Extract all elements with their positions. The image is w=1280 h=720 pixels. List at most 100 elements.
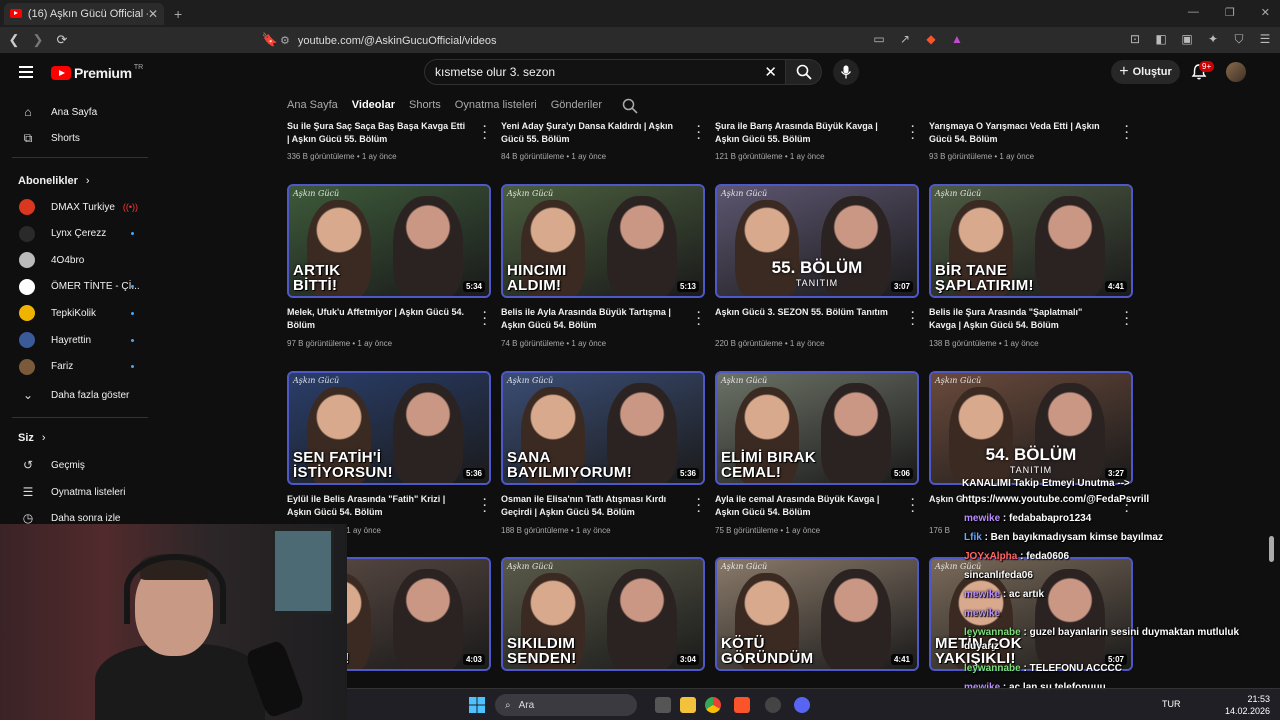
sidebar-subscription-item[interactable]: DMAX Turkiye ((•)) bbox=[0, 195, 156, 219]
sidebar-subscription-item[interactable]: TepkiKolik bbox=[0, 301, 156, 325]
minimize-icon[interactable]: — bbox=[1188, 6, 1199, 19]
shorts-icon: ⧉ bbox=[23, 130, 33, 145]
sidebar-subscription-item[interactable]: ÖMER TİNTE - Çİ... bbox=[0, 275, 156, 299]
share-icon[interactable]: ↗ bbox=[898, 32, 912, 47]
more-options-icon[interactable]: · · · bbox=[481, 495, 489, 518]
video-title[interactable]: Osman ile Elisa'nın Tatlı Atışması Kırdı… bbox=[501, 493, 683, 519]
video-thumbnail[interactable]: Aşkın Gücü 55. BÖLÜM TANITIM 3:07 bbox=[715, 184, 919, 298]
hamburger-menu-icon[interactable] bbox=[19, 66, 33, 81]
close-window-icon[interactable]: ✕ bbox=[1261, 6, 1270, 19]
sidebar-item-history[interactable]: ↺ Geçmiş bbox=[0, 453, 156, 477]
more-options-icon[interactable]: · · · bbox=[909, 122, 917, 145]
you-header[interactable]: Siz › bbox=[18, 432, 46, 444]
tab-videos[interactable]: Videolar bbox=[352, 99, 395, 111]
person-figure bbox=[607, 196, 677, 296]
video-title[interactable]: Yeni Aday Şura'yı Dansa Kaldırdı | Aşkın… bbox=[501, 120, 683, 146]
bookmark-icon[interactable]: 🔖 bbox=[260, 32, 280, 48]
video-thumbnail[interactable]: Aşkın Gücü SANA BAYILMIYORUM! 5:36 bbox=[501, 371, 705, 485]
more-options-icon[interactable]: · · · bbox=[1123, 308, 1131, 331]
channel-avatar bbox=[19, 252, 35, 269]
video-title[interactable]: Eylül ile Belis Arasında "Fatih" Krizi |… bbox=[287, 493, 469, 519]
rewards-icon[interactable]: ▲ bbox=[950, 32, 964, 47]
voice-search-button[interactable] bbox=[833, 59, 859, 85]
wallet-icon[interactable]: ▣ bbox=[1180, 32, 1194, 47]
more-options-icon[interactable]: · · · bbox=[909, 308, 917, 331]
sidebar-item-label: 4O4bro bbox=[51, 254, 85, 266]
more-options-icon[interactable]: · · · bbox=[481, 308, 489, 331]
cast-icon[interactable]: ▭ bbox=[872, 32, 886, 47]
leo-ai-icon[interactable]: ✦ bbox=[1206, 32, 1220, 47]
tab-home[interactable]: Ana Sayfa bbox=[287, 99, 338, 111]
forward-icon[interactable]: ❯ bbox=[28, 32, 48, 48]
page-scrollbar[interactable] bbox=[1269, 536, 1274, 562]
reload-icon[interactable]: ⟳ bbox=[52, 32, 72, 48]
menu-icon[interactable]: ☰ bbox=[1258, 32, 1272, 47]
chrome-icon[interactable] bbox=[705, 697, 721, 713]
search-button[interactable] bbox=[786, 59, 822, 85]
create-button[interactable]: + Oluştur bbox=[1111, 60, 1180, 84]
youtube-premium-logo[interactable]: Premium TR bbox=[51, 64, 143, 81]
more-options-icon[interactable]: · · · bbox=[695, 308, 703, 331]
obs-icon[interactable] bbox=[765, 697, 781, 713]
taskbar-search[interactable]: ⌕ Ara bbox=[495, 694, 637, 716]
sidebar-subscription-item[interactable]: 4O4bro bbox=[0, 248, 156, 272]
sidebar-subscription-item[interactable]: Fariz bbox=[0, 355, 156, 379]
video-title[interactable]: Şura ile Barış Arasında Büyük Kavga | Aş… bbox=[715, 120, 897, 146]
video-title[interactable]: Su ile Şura Saç Saça Baş Başa Kavga Etti… bbox=[287, 120, 469, 146]
more-options-icon[interactable]: · · · bbox=[695, 122, 703, 145]
video-title[interactable]: Melek, Ufuk'u Affetmiyor | Aşkın Gücü 54… bbox=[287, 306, 469, 332]
channel-search-icon[interactable] bbox=[622, 98, 638, 114]
brave-shield-icon[interactable]: ◆ bbox=[924, 32, 938, 47]
clear-search-icon[interactable]: ✕ bbox=[764, 63, 777, 81]
video-thumbnail[interactable]: Aşkın Gücü BİR TANE ŞAPLATIRIM! 4:41 bbox=[929, 184, 1133, 298]
video-title[interactable]: Belis ile Şura Arasında "Şaplatmalı" Kav… bbox=[929, 306, 1111, 332]
close-tab-icon[interactable]: ✕ bbox=[148, 7, 158, 21]
video-thumbnail[interactable]: Aşkın Gücü 54. BÖLÜM TANITIM 3:27 bbox=[929, 371, 1133, 485]
site-info-icon[interactable]: ⚙ bbox=[280, 34, 290, 47]
more-options-icon[interactable]: · · · bbox=[1123, 122, 1131, 145]
video-title[interactable]: Ayla ile cemal Arasında Büyük Kavga | Aş… bbox=[715, 493, 897, 519]
brave-browser-icon[interactable] bbox=[734, 697, 750, 713]
more-options-icon[interactable]: · · · bbox=[909, 495, 917, 518]
more-options-icon[interactable]: · · · bbox=[481, 122, 489, 145]
sidebar-subscription-item[interactable]: Hayrettin bbox=[0, 328, 156, 352]
search-input[interactable]: kısmetse olur 3. sezon ✕ bbox=[424, 59, 786, 85]
vpn-icon[interactable]: ⛉ bbox=[1232, 32, 1246, 47]
sidebar-subscription-item[interactable]: Lynx Çerezz bbox=[0, 222, 156, 246]
channel-avatar bbox=[19, 358, 35, 375]
system-clock[interactable]: 21:53 14.02.2026 bbox=[1225, 693, 1270, 717]
sidebar-item-home[interactable]: ⌂ Ana Sayfa bbox=[0, 100, 156, 124]
video-thumbnail[interactable]: Aşkın Gücü KÖTÜ GÖRÜNDÜM 4:41 bbox=[715, 557, 919, 671]
video-thumbnail[interactable]: Aşkın Gücü SIKILDIM SENDEN! 3:04 bbox=[501, 557, 705, 671]
windows-start-icon[interactable] bbox=[469, 697, 485, 713]
file-explorer-icon[interactable] bbox=[680, 697, 696, 713]
account-avatar[interactable] bbox=[1226, 62, 1246, 82]
subscriptions-header[interactable]: Abonelikler › bbox=[18, 175, 90, 187]
new-tab-icon[interactable]: + bbox=[174, 6, 182, 22]
video-title[interactable]: Aşkın Gücü 3. SEZON 55. Bölüm Tanıtım bbox=[715, 306, 897, 319]
video-title[interactable]: Yarışmaya O Yarışmacı Veda Etti | Aşkın … bbox=[929, 120, 1111, 146]
sidebar-icon[interactable]: ◧ bbox=[1154, 32, 1168, 47]
video-duration: 3:04 bbox=[676, 654, 699, 665]
browser-tab[interactable]: (16) Aşkın Gücü Official - YouTube ✕ bbox=[4, 2, 164, 25]
video-thumbnail[interactable]: Aşkın Gücü SEN FATİH'İ İSTİYORSUN! 5:36 bbox=[287, 371, 491, 485]
maximize-icon[interactable]: ❐ bbox=[1225, 6, 1235, 19]
back-icon[interactable]: ❮ bbox=[4, 32, 24, 48]
sidebar-item-shorts[interactable]: ⧉ Shorts bbox=[0, 126, 156, 150]
sidebar-item-playlists[interactable]: ☰ Oynatma listeleri bbox=[0, 480, 156, 504]
video-thumbnail[interactable]: Aşkın Gücü ELİMİ BIRAK CEMAL! 5:06 bbox=[715, 371, 919, 485]
headset bbox=[124, 554, 226, 624]
video-thumbnail[interactable]: Aşkın Gücü HINCIMI ALDIM! 5:13 bbox=[501, 184, 705, 298]
tab-shorts[interactable]: Shorts bbox=[409, 99, 441, 111]
discord-icon[interactable] bbox=[794, 697, 810, 713]
task-view-icon[interactable] bbox=[655, 697, 671, 713]
tab-search-icon[interactable]: ⊡ bbox=[1128, 32, 1142, 47]
tab-playlists[interactable]: Oynatma listeleri bbox=[455, 99, 537, 111]
language-indicator[interactable]: TUR bbox=[1162, 699, 1181, 709]
chat-message: mewike : fedababapro1234 bbox=[964, 513, 1091, 524]
more-options-icon[interactable]: · · · bbox=[695, 495, 703, 518]
video-thumbnail[interactable]: Aşkın Gücü ARTIK BİTTİ! 5:34 bbox=[287, 184, 491, 298]
tab-posts[interactable]: Gönderiler bbox=[551, 99, 602, 111]
show-more-button[interactable]: ⌄ Daha fazla göster bbox=[0, 383, 156, 407]
video-title[interactable]: Belis ile Ayla Arasında Büyük Tartışma |… bbox=[501, 306, 683, 332]
